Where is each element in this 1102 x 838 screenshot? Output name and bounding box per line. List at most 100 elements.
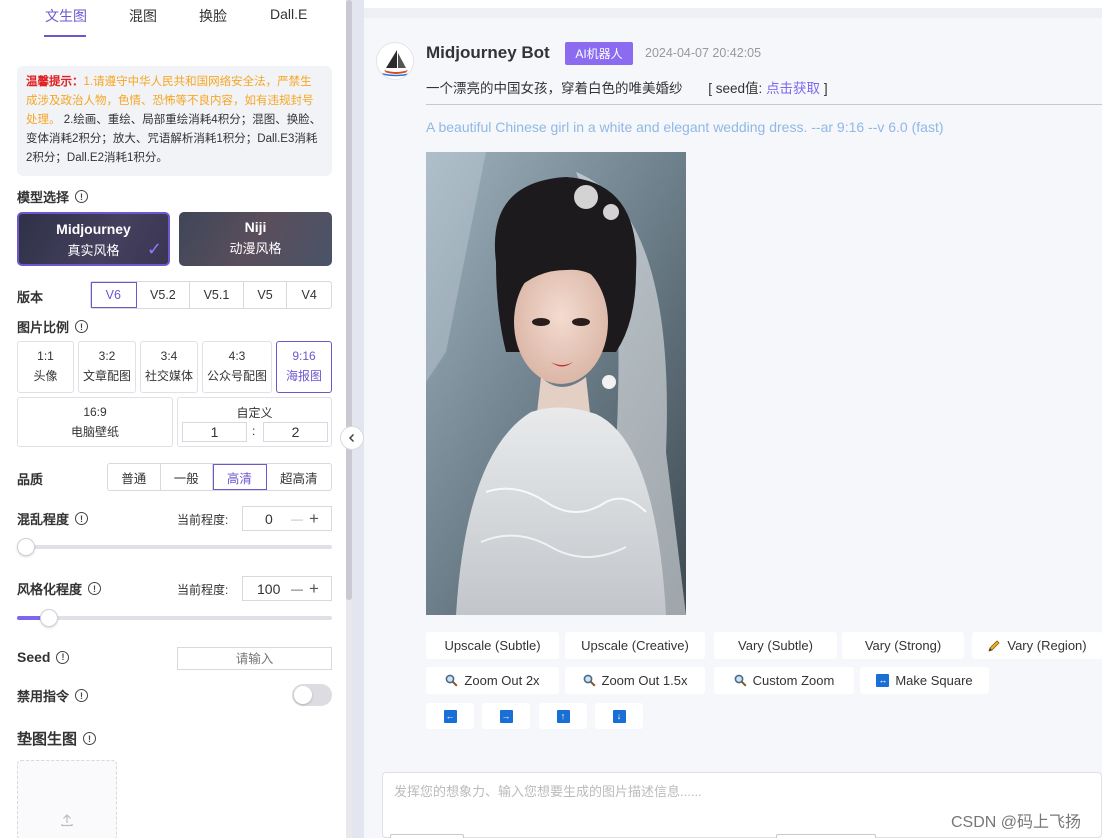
prompt-line: 一个漂亮的中国女孩，穿着白色的唯美婚纱 [ seed值: 点击获取 ] (426, 77, 828, 97)
version-label: 版本 (17, 290, 44, 305)
pan-left-button[interactable]: ← (426, 703, 474, 729)
version-selector: V6 V5.2 V5.1 V5 V4 (90, 281, 332, 309)
seed-close-bracket: ] (823, 81, 828, 96)
bottom-control-left[interactable] (390, 834, 464, 838)
check-icon: ✓ (146, 239, 162, 259)
collapse-panel-button[interactable] (340, 426, 364, 450)
ratio-option-16-9[interactable]: 16:9 电脑壁纸 (17, 397, 173, 447)
model-option-midjourney[interactable]: Midjourney 真实风格 ✓ (17, 212, 170, 266)
up-arrow-icon: ↑ (556, 709, 570, 723)
chaos-stepper: 0 — + (242, 506, 332, 531)
ratio-option-3-2[interactable]: 3:2 文章配图 (78, 341, 136, 393)
tab-text-to-image[interactable]: 文生图 (45, 6, 87, 26)
generated-image[interactable] (426, 152, 686, 615)
get-seed-link[interactable]: 点击获取 (766, 81, 820, 96)
stylize-slider[interactable] (17, 609, 332, 627)
ratio-option-3-4[interactable]: 3:4 社交媒体 (140, 341, 198, 393)
left-arrow-icon: ← (443, 709, 457, 723)
panel-divider (352, 0, 364, 838)
quality-option-uhd[interactable]: 超高清 (267, 464, 331, 490)
tab-blend[interactable]: 混图 (129, 6, 157, 26)
version-option-v6[interactable]: V6 (91, 282, 137, 308)
chaos-slider-thumb[interactable] (17, 538, 35, 556)
custom-ratio-separator: : (252, 424, 256, 438)
prompt-chinese: 一个漂亮的中国女孩，穿着白色的唯美婚纱 (426, 81, 683, 96)
prompt-english: A beautiful Chinese girl in a white and … (426, 119, 944, 135)
ratio-option-9-16[interactable]: 9:16 海报图 (276, 341, 332, 393)
image-upload-area[interactable] (17, 760, 117, 838)
vary-region-button[interactable]: Vary (Region) (972, 632, 1102, 659)
quality-selector: 普通 一般 高清 超高清 (107, 463, 332, 491)
notice-info: 2.绘画、重绘、局部重绘消耗4积分；混图、换脸、变体消耗2积分；放大、咒语解析消… (26, 114, 322, 164)
top-bar (364, 0, 1102, 8)
zoom-out-2x-button[interactable]: Zoom Out 2x (426, 667, 559, 694)
pan-down-button[interactable]: ↓ (595, 703, 643, 729)
info-icon[interactable]: ! (75, 320, 89, 333)
info-icon[interactable]: ! (75, 512, 89, 525)
quality-option-normal[interactable]: 普通 (108, 464, 161, 490)
zoom-out-1-5x-button[interactable]: Zoom Out 1.5x (565, 667, 705, 694)
notice-title: 温馨提示： (26, 76, 84, 88)
minus-button[interactable]: — (291, 512, 303, 526)
custom-zoom-button[interactable]: Custom Zoom (714, 667, 854, 694)
pan-right-button[interactable]: → (482, 703, 530, 729)
info-icon[interactable]: ! (83, 732, 97, 745)
info-icon[interactable]: ! (56, 650, 70, 664)
ratio-option-4-3[interactable]: 4:3 公众号配图 (202, 341, 272, 393)
version-option-v5-1[interactable]: V5.1 (190, 282, 244, 308)
plus-button[interactable]: + (309, 509, 319, 529)
info-icon[interactable]: ! (75, 689, 89, 702)
quality-option-medium[interactable]: 一般 (161, 464, 214, 490)
ratio-option-custom: 自定义 : (177, 397, 332, 447)
chevron-left-icon (348, 433, 355, 443)
model-label: 模型选择 ! (17, 187, 89, 206)
tab-dalle[interactable]: Dall.E (270, 6, 307, 22)
notice-box: 温馨提示：1.请遵守中华人民共和国网络安全法，严禁生成涉及政治人物，色情、恐怖等… (17, 66, 332, 176)
version-option-v5[interactable]: V5 (244, 282, 288, 308)
down-arrow-icon: ↓ (612, 709, 626, 723)
version-option-v5-2[interactable]: V5.2 (137, 282, 191, 308)
quality-option-hd[interactable]: 高清 (213, 464, 267, 490)
chaos-value[interactable]: 0 (265, 511, 273, 527)
info-icon[interactable]: ! (75, 190, 89, 203)
bot-name: Midjourney Bot (426, 43, 550, 62)
seed-input[interactable] (177, 647, 332, 670)
chaos-slider[interactable] (17, 538, 332, 556)
vary-strong-button[interactable]: Vary (Strong) (842, 632, 964, 659)
minus-button[interactable]: — (291, 582, 303, 596)
bottom-control-right[interactable] (776, 834, 876, 838)
chaos-current-label: 当前程度: (177, 513, 229, 527)
vary-subtle-button[interactable]: Vary (Subtle) (714, 632, 837, 659)
plus-button[interactable]: + (309, 579, 319, 599)
toggle-knob (294, 686, 312, 704)
disable-command-toggle[interactable] (292, 684, 332, 706)
seed-info: [ seed值: 点击获取 ] (708, 81, 827, 96)
chat-area: Midjourney Bot AI机器人 2024-04-07 20:42:05… (364, 18, 1102, 744)
seed-label: Seed ! (17, 649, 70, 665)
expand-horizontal-icon: ↔ (876, 674, 890, 687)
upscale-subtle-button[interactable]: Upscale (Subtle) (426, 632, 559, 659)
message-timestamp: 2024-04-07 20:42:05 (645, 46, 762, 60)
pan-up-button[interactable]: ↑ (539, 703, 587, 729)
quality-label: 品质 (17, 472, 44, 487)
info-icon[interactable]: ! (88, 582, 102, 595)
csdn-watermark: CSDN @码上飞扬 (951, 814, 1082, 831)
version-option-v4[interactable]: V4 (287, 282, 331, 308)
right-arrow-icon: → (499, 709, 513, 723)
stylize-stepper: 100 — + (242, 576, 332, 601)
custom-ratio-width[interactable] (182, 422, 247, 442)
ai-bot-badge: AI机器人 (565, 42, 633, 65)
settings-panel: 文生图 混图 换脸 Dall.E 温馨提示：1.请遵守中华人民共和国网络安全法，… (0, 0, 346, 838)
tab-face-swap[interactable]: 换脸 (199, 6, 227, 26)
upscale-creative-button[interactable]: Upscale (Creative) (565, 632, 705, 659)
model-option-niji[interactable]: Niji 动漫风格 (179, 212, 332, 266)
seed-label-text: [ seed值: (708, 81, 763, 96)
pencil-icon (988, 639, 1000, 652)
stylize-slider-thumb[interactable] (40, 609, 58, 627)
stylize-value[interactable]: 100 (257, 581, 280, 597)
magnifier-icon (446, 674, 458, 687)
custom-ratio-height[interactable] (263, 422, 328, 442)
make-square-button[interactable]: ↔ Make Square (860, 667, 989, 694)
ratio-option-1-1[interactable]: 1:1 头像 (17, 341, 74, 393)
stylize-current-label: 当前程度: (177, 583, 229, 597)
